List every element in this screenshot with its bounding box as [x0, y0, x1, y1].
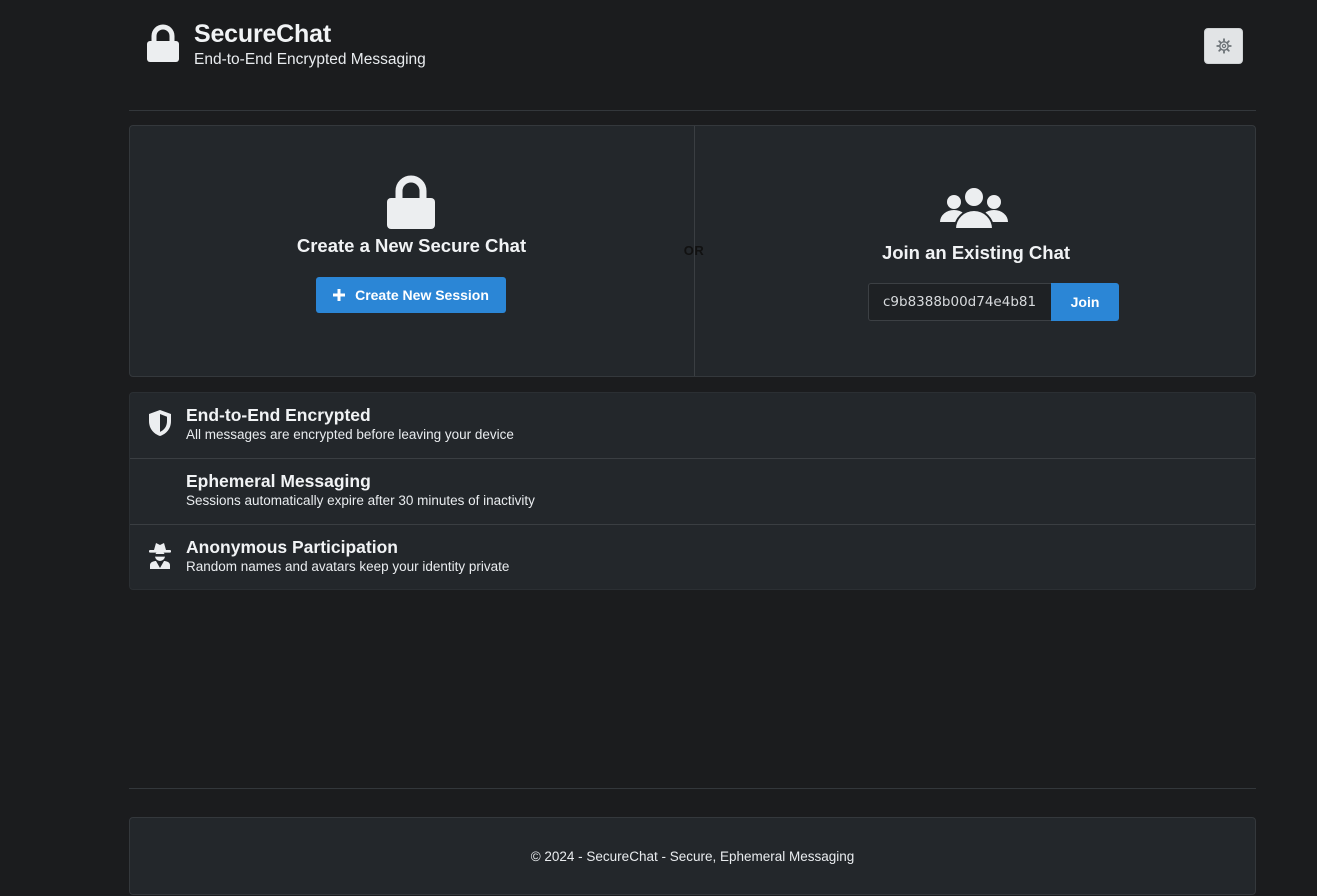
feature-title: Anonymous Participation: [186, 537, 398, 557]
join-button[interactable]: Join: [1051, 283, 1119, 321]
create-session-button[interactable]: Create New Session: [316, 277, 506, 313]
session-card: OR Create a New Secure Chat Create New S…: [129, 125, 1256, 377]
footer-divider: [129, 788, 1256, 789]
app-title: SecureChat: [194, 20, 331, 48]
create-chat-title: Create a New Secure Chat: [296, 235, 527, 256]
gear-icon: [1215, 38, 1232, 54]
feature-description: All messages are encrypted before leavin…: [186, 427, 514, 442]
feature-title: End-to-End Encrypted: [186, 405, 371, 425]
features-list: End-to-End Encrypted All messages are en…: [129, 392, 1256, 590]
feature-description: Random names and avatars keep your ident…: [186, 559, 510, 574]
shield-icon: [149, 410, 171, 436]
feature-anonymous: Anonymous Participation Random names and…: [130, 525, 1255, 589]
users-icon: [940, 186, 1008, 230]
settings-button[interactable]: [1204, 28, 1243, 64]
create-session-label: Create New Session: [355, 287, 489, 303]
join-form: Join: [868, 283, 1119, 321]
app-header: SecureChat End-to-End Encrypted Messagin…: [129, 0, 1256, 110]
lock-icon: [147, 24, 179, 62]
app-subtitle: End-to-End Encrypted Messaging: [194, 51, 426, 68]
lock-icon: [387, 175, 435, 229]
plus-icon: [333, 289, 346, 301]
header-divider: [129, 110, 1256, 111]
feature-ephemeral: Ephemeral Messaging Sessions automatical…: [130, 459, 1255, 525]
session-id-input[interactable]: [868, 283, 1051, 321]
feature-description: Sessions automatically expire after 30 m…: [186, 493, 535, 508]
feature-encrypted: End-to-End Encrypted All messages are en…: [130, 393, 1255, 459]
join-chat-title: Join an Existing Chat: [881, 242, 1071, 263]
feature-title: Ephemeral Messaging: [186, 471, 371, 491]
incognito-icon: [149, 543, 171, 569]
footer-text: © 2024 - SecureChat - Secure, Ephemeral …: [530, 848, 855, 864]
page: SecureChat End-to-End Encrypted Messagin…: [0, 0, 1317, 896]
footer: © 2024 - SecureChat - Secure, Ephemeral …: [129, 817, 1256, 895]
